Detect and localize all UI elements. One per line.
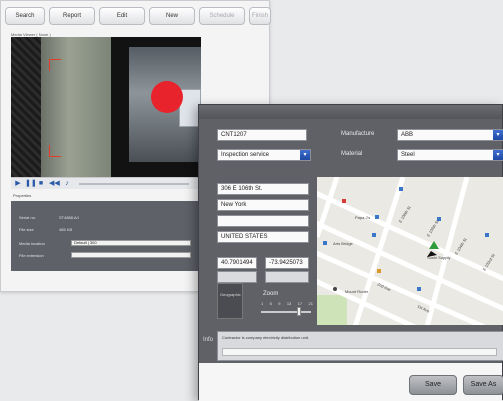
search-button[interactable]: Search (5, 7, 45, 25)
focus-bracket-bottom (49, 145, 61, 157)
longitude-field[interactable]: -73.9425073 (265, 257, 309, 269)
media-location-field[interactable]: Default | 300 (71, 240, 191, 246)
prop-label-serial: Serial no. (19, 215, 36, 220)
latitude-field[interactable]: 40.7901494 (217, 257, 257, 269)
finish-button[interactable]: Finish (249, 7, 271, 25)
chevron-down-icon[interactable]: ▾ (300, 150, 310, 160)
prop-value-filesize: 485 KB (59, 227, 73, 232)
map-place-label: Mount Ruder (345, 289, 369, 294)
type-select-value: Inspection service (221, 152, 270, 158)
toolbar: Search Report Edit New Schedule Finish (1, 1, 271, 31)
zoom-control: Zoom 1 5 9 13 17 21 (259, 291, 313, 321)
prop-label-filesize: File size (19, 227, 34, 232)
zoom-slider-track[interactable] (261, 311, 311, 313)
chevron-down-icon[interactable]: ▾ (493, 150, 503, 160)
map-canvas: E 106th St E 105th St E 104th St E 103rd… (317, 177, 503, 325)
map-type-label: Geographic (220, 292, 241, 297)
record-indicator (151, 81, 183, 113)
seek-bar[interactable] (79, 183, 189, 185)
prop-value-serial: ST4888 A/I (59, 215, 79, 220)
info-field[interactable] (222, 348, 497, 356)
poi-icon (375, 215, 379, 219)
file-extension-field[interactable] (71, 252, 191, 258)
map-type-box[interactable]: Geographic (217, 283, 243, 319)
prop-label-extension: File extension (19, 253, 44, 258)
chevron-down-icon[interactable]: ▾ (493, 130, 503, 140)
pause-icon[interactable]: ❚❚ (25, 180, 37, 188)
poi-icon (437, 217, 441, 221)
poi-red-icon (342, 199, 346, 203)
save-as-button[interactable]: Save As (463, 375, 503, 395)
country-field[interactable]: UNITED STATES (217, 231, 309, 243)
info-label: Info (203, 337, 214, 343)
asset-dialog: CNT1207 Inspection service ▾ Manufacture… (198, 104, 503, 401)
material-select[interactable]: Steel ▾ (397, 149, 503, 161)
type-select[interactable]: Inspection service ▾ (217, 149, 311, 161)
manufacturer-label: Manufacture (341, 131, 375, 137)
poi-icon (485, 233, 489, 237)
manufacturer-select[interactable]: ABB ▾ (397, 129, 503, 141)
zoom-tick: 13 (286, 301, 292, 306)
map-place-label: Papa J's (355, 215, 370, 220)
focus-bracket-top (49, 59, 61, 71)
zoom-tick: 9 (278, 301, 281, 306)
asset-id-field[interactable]: CNT1207 (217, 129, 307, 141)
zoom-label: Zoom (263, 291, 279, 297)
manufacturer-select-value: ABB (401, 132, 414, 138)
info-panel: Contractor is company electricity distri… (217, 331, 503, 361)
poi-icon (323, 241, 327, 245)
city-field[interactable]: New York (217, 199, 309, 211)
zoom-slider-handle[interactable] (297, 307, 301, 316)
report-button[interactable]: Report (49, 7, 95, 25)
poi-icon (377, 269, 381, 273)
schedule-button[interactable]: Schedule (199, 7, 245, 25)
tab-properties[interactable]: Properties (13, 193, 31, 198)
poi-dot-icon (333, 287, 337, 291)
save-button[interactable]: Save (409, 375, 457, 395)
address-extra-field[interactable] (217, 215, 309, 227)
new-button[interactable]: New (149, 7, 195, 25)
map-place-label: Arts Bridge (333, 241, 354, 246)
poi-icon (372, 233, 376, 237)
zoom-tick: 5 (269, 301, 272, 306)
zoom-ticks: 1 5 9 13 17 21 (261, 301, 313, 306)
poi-icon (399, 187, 403, 191)
prop-label-location: Media location (19, 241, 45, 246)
zoom-tick: 17 (297, 301, 303, 306)
material-label: Material (341, 151, 363, 157)
video-frame-edge (11, 37, 41, 177)
stop-icon[interactable]: ■ (37, 180, 45, 188)
rewind-icon[interactable]: ◀◀ (49, 180, 60, 188)
video-controls: ▶ ❚❚ ■ ◀◀ ♪ (11, 177, 201, 189)
info-text: Contractor is company electricity distri… (222, 335, 309, 340)
volume-icon[interactable]: ♪ (63, 180, 71, 188)
dialog-titlebar[interactable] (199, 105, 502, 119)
zoom-tick: 1 (261, 301, 264, 306)
material-select-value: Steel (401, 152, 415, 158)
street-field[interactable]: 306 E 106th St. (217, 183, 309, 195)
map-park (317, 295, 347, 325)
location-map[interactable]: E 106th St E 105th St E 104th St E 103rd… (317, 177, 503, 325)
video-viewer[interactable] (11, 37, 201, 177)
zoom-tick: 21 (308, 301, 313, 306)
edit-button[interactable]: Edit (99, 7, 145, 25)
poi-icon (417, 287, 421, 291)
latitude-readout (217, 271, 257, 283)
play-icon[interactable]: ▶ (14, 180, 22, 188)
longitude-readout (265, 271, 309, 283)
